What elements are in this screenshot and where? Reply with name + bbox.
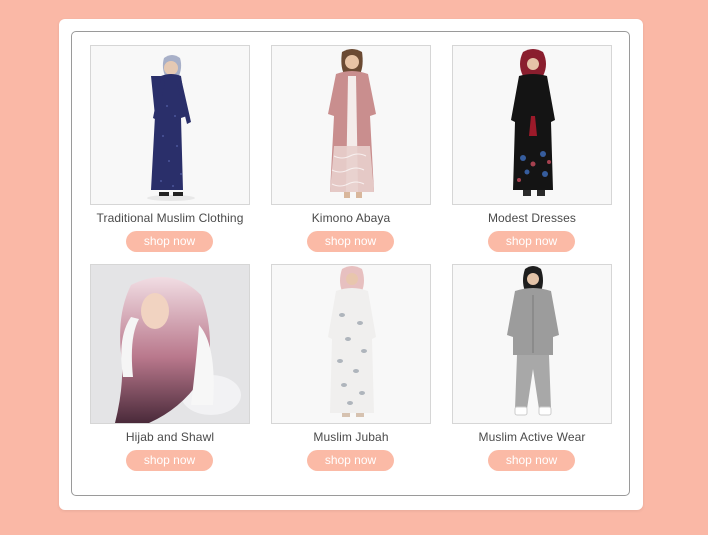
product-image[interactable] xyxy=(452,264,612,424)
category-title: Kimono Abaya xyxy=(311,211,391,225)
category-title: Muslim Active Wear xyxy=(478,430,586,444)
pink-lace-abaya-photo xyxy=(272,46,430,204)
black-floral-dress-photo xyxy=(453,46,611,204)
navy-sequin-dress-photo xyxy=(91,46,249,204)
category-title: Modest Dresses xyxy=(487,211,577,225)
category-title: Traditional Muslim Clothing xyxy=(96,211,244,225)
product-image[interactable] xyxy=(90,45,250,205)
shop-now-button[interactable]: shop now xyxy=(488,450,575,471)
category-grid: Traditional Muslim Clothing shop now Kim… xyxy=(71,31,630,496)
shop-now-button[interactable]: shop now xyxy=(126,450,213,471)
product-image[interactable] xyxy=(271,264,431,424)
product-image[interactable] xyxy=(271,45,431,205)
white-sequin-jubah-photo xyxy=(272,265,430,423)
category-title: Muslim Jubah xyxy=(313,430,389,444)
category-title: Hijab and Shawl xyxy=(125,430,215,444)
grey-tracksuit-photo xyxy=(453,265,611,423)
product-image[interactable] xyxy=(90,264,250,424)
shop-now-button[interactable]: shop now xyxy=(307,450,394,471)
product-image[interactable] xyxy=(452,45,612,205)
category-item: Traditional Muslim Clothing shop now xyxy=(90,45,250,252)
category-item: Muslim Active Wear shop now xyxy=(452,264,612,471)
shop-now-button[interactable]: shop now xyxy=(126,231,213,252)
category-item: Muslim Jubah shop now xyxy=(271,264,431,471)
shop-now-button[interactable]: shop now xyxy=(488,231,575,252)
category-item: Kimono Abaya shop now xyxy=(271,45,431,252)
category-card: Traditional Muslim Clothing shop now Kim… xyxy=(59,19,643,510)
ombre-hijab-photo xyxy=(91,265,249,423)
category-item: Modest Dresses shop now xyxy=(452,45,612,252)
category-item: Hijab and Shawl shop now xyxy=(90,264,250,471)
shop-now-button[interactable]: shop now xyxy=(307,231,394,252)
